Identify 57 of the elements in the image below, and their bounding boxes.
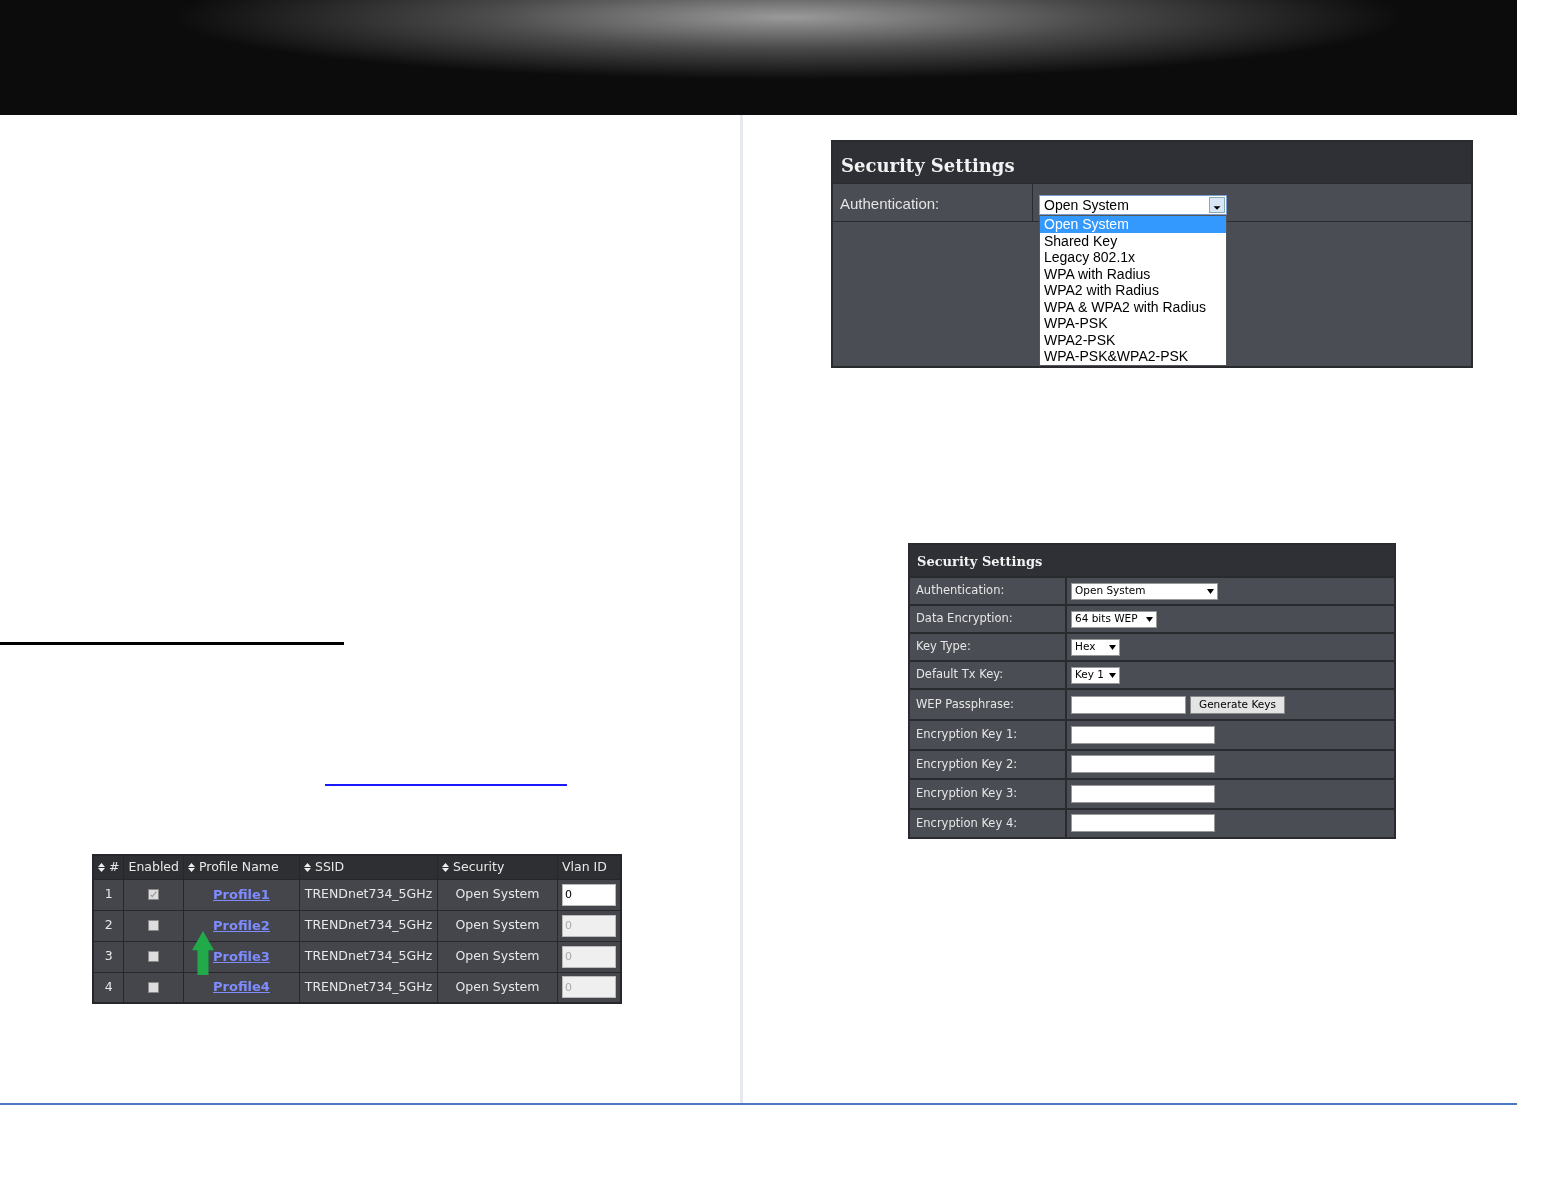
field-label: Authentication: [910, 578, 1067, 604]
field-label: Encryption Key 4: [910, 809, 1067, 837]
panel-title: Security Settings [833, 142, 1471, 183]
column-header[interactable]: Enabled [124, 855, 184, 879]
column-header[interactable]: Profile Name [183, 855, 300, 879]
dropdown-option[interactable]: Legacy 802.1x [1040, 249, 1226, 266]
field-label: Default Tx Key: [910, 662, 1067, 688]
table-cell: TRENDnet734_5GHz [299, 941, 438, 972]
select-field[interactable]: 64 bits WEP [1071, 610, 1157, 628]
checkbox[interactable] [148, 889, 160, 901]
key-field[interactable] [1071, 755, 1215, 774]
select-field[interactable]: Hex [1071, 638, 1120, 656]
caret-icon [1109, 672, 1116, 678]
sort-icon[interactable] [442, 862, 449, 872]
column-header[interactable]: # [93, 855, 124, 879]
dropdown-option[interactable]: WPA with Radius [1040, 265, 1226, 282]
select-field[interactable]: Open System [1071, 582, 1218, 600]
key-field[interactable] [1071, 784, 1215, 803]
dropdown-option[interactable]: WPA-PSK [1040, 315, 1226, 332]
caret-icon [1146, 616, 1153, 622]
field-label: Encryption Key 2: [910, 750, 1067, 778]
arrow-icon [192, 931, 214, 975]
sort-icon[interactable] [304, 862, 311, 872]
table-cell: 1 [93, 879, 124, 910]
field-label: WEP Passphrase: [910, 690, 1067, 719]
table-cell: Open System [437, 941, 558, 972]
sort-icon[interactable] [98, 862, 105, 872]
field-label: Key Type: [910, 634, 1067, 660]
table-cell: 2 [93, 910, 124, 941]
dropdown-option[interactable]: WPA & WPA2 with Radius [1040, 298, 1226, 315]
vlan-id-field[interactable]: 0 [562, 883, 616, 906]
sort-icon[interactable] [188, 862, 195, 872]
table-cell: TRENDnet734_5GHz [299, 879, 438, 910]
caret-icon [1109, 644, 1116, 650]
panel-title: Security Settings [910, 545, 1394, 576]
dropdown-option[interactable]: WPA-PSK&WPA2-PSK [1040, 348, 1226, 365]
dropdown-option[interactable]: WPA2 with Radius [1040, 282, 1226, 299]
field-label: Encryption Key 3: [910, 780, 1067, 808]
table-cell: 3 [93, 941, 124, 972]
key-field[interactable] [1071, 725, 1215, 744]
field-label: Data Encryption: [910, 606, 1067, 632]
table-cell: Open System [437, 910, 558, 941]
dropdown-option[interactable]: WPA2-PSK [1040, 331, 1226, 348]
generate-keys-button[interactable]: Generate Keys [1190, 695, 1285, 714]
passphrase-field[interactable] [1071, 695, 1186, 714]
field-label: Encryption Key 1: [910, 721, 1067, 749]
table-cell: TRENDnet734_5GHz [299, 910, 438, 941]
select-field[interactable]: Key 1 [1071, 666, 1120, 684]
key-field[interactable] [1071, 814, 1215, 833]
column-header[interactable]: Vlan ID [557, 855, 621, 879]
field-label: Authentication: [833, 184, 1033, 221]
caret-icon [1207, 588, 1214, 594]
dropdown-option[interactable]: Shared Key [1040, 232, 1226, 249]
table-cell: Open System [437, 879, 558, 910]
authentication-select[interactable]: Open System [1039, 195, 1227, 215]
column-header[interactable]: Security [437, 855, 558, 879]
column-header[interactable]: SSID [299, 855, 438, 879]
